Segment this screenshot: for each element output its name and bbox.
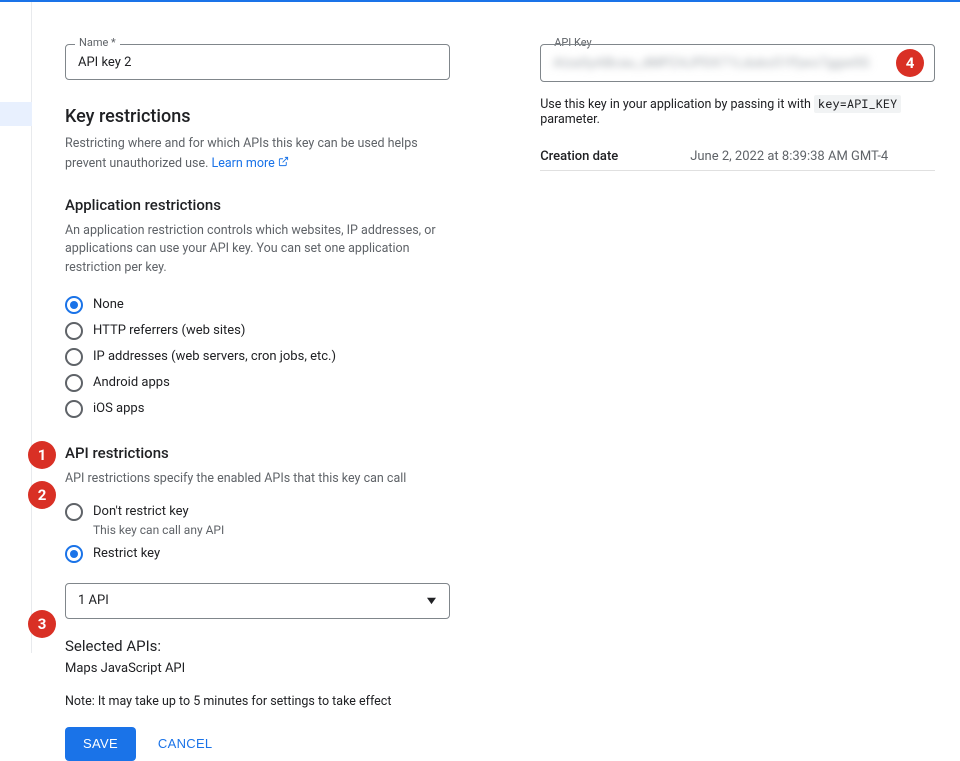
api-restrictions-radio-group: Don't restrict key This key can call any… xyxy=(65,499,450,567)
app-restrictions-radio-group: None HTTP referrers (web sites) IP addre… xyxy=(65,292,450,422)
app-restrictions-heading: Application restrictions xyxy=(65,196,450,214)
key-restrictions-heading: Key restrictions xyxy=(65,106,450,127)
api-restrictions-heading: API restrictions xyxy=(65,444,450,462)
api-key-masked-value: AIzaSyABcau_dMPZ4JPDX71Lduks51Pjwo7ggw0G xyxy=(553,56,870,71)
radio-label: None xyxy=(93,297,124,312)
radio-label: Don't restrict key xyxy=(93,504,189,519)
app-restrictions-desc: An application restriction controls whic… xyxy=(65,222,450,278)
hint-suffix: parameter. xyxy=(540,112,600,127)
callout-3: 3 xyxy=(28,610,56,638)
learn-more-link[interactable]: Learn more xyxy=(212,156,275,171)
cancel-button[interactable]: CANCEL xyxy=(144,727,227,761)
radio-label: Android apps xyxy=(93,375,170,390)
dont-restrict-sub: This key can call any API xyxy=(93,523,450,537)
radio-label: iOS apps xyxy=(93,401,144,416)
top-accent-bar xyxy=(0,0,960,2)
name-field-label: Name * xyxy=(75,36,120,49)
callout-2: 2 xyxy=(28,481,56,509)
radio-icon xyxy=(65,322,83,340)
api-restrictions-desc: API restrictions specify the enabled API… xyxy=(65,470,450,489)
callout-4: 4 xyxy=(896,49,924,77)
api-key-hint: Use this key in your application by pass… xyxy=(540,96,935,127)
radio-label: IP addresses (web servers, cron jobs, et… xyxy=(93,349,336,364)
creation-date-value: June 2, 2022 at 8:39:38 AM GMT-4 xyxy=(690,149,888,164)
radio-icon xyxy=(65,348,83,366)
name-field-wrap: Name * xyxy=(65,44,450,80)
chevron-down-icon: ▼ xyxy=(424,594,439,607)
radio-icon xyxy=(65,545,83,563)
creation-date-label: Creation date xyxy=(540,149,690,164)
delay-note: Note: It may take up to 5 minutes for se… xyxy=(65,694,450,709)
save-button[interactable]: SAVE xyxy=(65,727,136,761)
api-restriction-restrict[interactable]: Restrict key xyxy=(65,541,450,567)
selected-apis-heading: Selected APIs: xyxy=(65,637,450,655)
app-restriction-android[interactable]: Android apps xyxy=(65,370,450,396)
api-select-dropdown[interactable]: 1 API ▼ xyxy=(65,583,450,619)
api-restriction-dont-restrict[interactable]: Don't restrict key xyxy=(65,499,450,525)
radio-icon xyxy=(65,296,83,314)
radio-icon xyxy=(65,503,83,521)
creation-date-row: Creation date June 2, 2022 at 8:39:38 AM… xyxy=(540,141,935,171)
api-key-box: AIzaSyABcau_dMPZ4JPDX71Lduks51Pjwo7ggw0G xyxy=(540,44,935,82)
selected-api-item: Maps JavaScript API xyxy=(65,661,450,676)
radio-label: HTTP referrers (web sites) xyxy=(93,323,245,338)
name-input[interactable] xyxy=(65,44,450,80)
external-link-icon xyxy=(278,156,289,170)
sidebar-active-item[interactable] xyxy=(0,102,32,126)
app-restriction-ios[interactable]: iOS apps xyxy=(65,396,450,422)
app-restriction-ip[interactable]: IP addresses (web servers, cron jobs, et… xyxy=(65,344,450,370)
app-restriction-none[interactable]: None xyxy=(65,292,450,318)
app-restriction-http[interactable]: HTTP referrers (web sites) xyxy=(65,318,450,344)
key-restrictions-desc: Restricting where and for which APIs thi… xyxy=(65,135,450,174)
radio-label: Restrict key xyxy=(93,546,160,561)
api-select-value: 1 API xyxy=(78,593,109,608)
radio-icon xyxy=(65,374,83,392)
hint-code: key=API_KEY xyxy=(814,95,901,113)
callout-1: 1 xyxy=(28,441,56,469)
radio-icon xyxy=(65,400,83,418)
sidebar-stub xyxy=(0,2,32,653)
hint-prefix: Use this key in your application by pass… xyxy=(540,97,811,112)
